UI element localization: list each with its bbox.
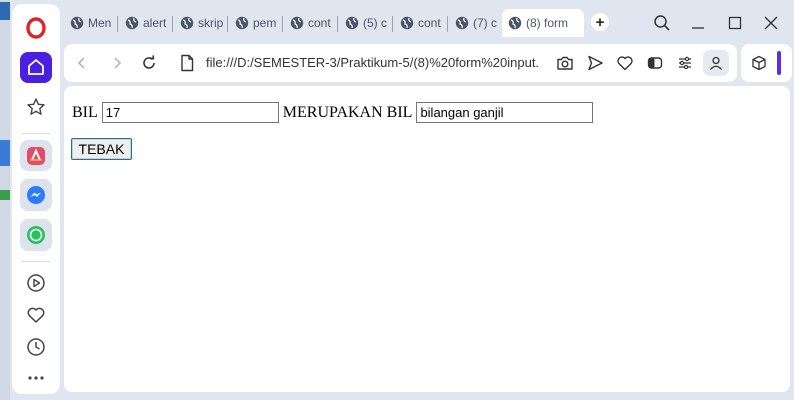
tebak-button[interactable]: TEBAK xyxy=(71,138,132,160)
whatsapp-icon[interactable] xyxy=(20,219,52,251)
more-icon[interactable] xyxy=(20,362,52,394)
desktop-edge-segment xyxy=(0,2,10,20)
desktop-edge xyxy=(0,0,10,400)
result-input[interactable] xyxy=(416,102,594,123)
tab[interactable]: Men xyxy=(64,10,116,36)
back-icon[interactable] xyxy=(72,53,92,73)
new-tab-button[interactable]: + xyxy=(591,13,609,31)
maximize-icon[interactable] xyxy=(724,12,746,34)
tab-bar: Men alert skrip pem cont (5) c cont (7) … xyxy=(64,8,794,37)
messenger-icon[interactable] xyxy=(20,179,52,212)
heart-icon[interactable] xyxy=(615,53,635,73)
tab[interactable]: (5) c xyxy=(339,10,391,36)
tab-label: (5) c xyxy=(363,16,387,30)
url-text[interactable]: file:///D:/SEMESTER-3/Praktikum-5/(8)%20… xyxy=(206,55,538,70)
tab-label: (8) form xyxy=(526,16,568,30)
player-icon[interactable] xyxy=(20,268,52,300)
tab-divider xyxy=(227,16,228,32)
aria-icon[interactable] xyxy=(20,139,52,172)
extensions-area xyxy=(741,44,792,82)
tab-divider xyxy=(172,16,173,32)
sidebar-toggle-bar[interactable] xyxy=(777,51,781,75)
tab-divider xyxy=(392,16,393,32)
extensions-icon[interactable] xyxy=(749,53,769,73)
profile-icon[interactable] xyxy=(703,50,729,76)
globe-icon xyxy=(70,16,84,30)
bil-input[interactable] xyxy=(101,102,279,123)
globe-icon xyxy=(125,16,139,30)
tab[interactable]: cont xyxy=(284,10,336,36)
tab-label: Men xyxy=(88,16,112,30)
tab[interactable]: cont xyxy=(394,10,446,36)
heart-icon[interactable] xyxy=(20,299,52,331)
camera-icon[interactable] xyxy=(555,53,575,73)
browser-sidebar xyxy=(12,4,60,394)
send-icon[interactable] xyxy=(585,53,605,73)
desktop-edge-segment xyxy=(0,190,10,200)
tab[interactable]: pem xyxy=(229,10,281,36)
tab-divider xyxy=(117,16,118,32)
globe-icon xyxy=(235,16,249,30)
sidebar-divider xyxy=(22,260,50,262)
globe-icon xyxy=(455,16,469,30)
tab-divider xyxy=(337,16,338,32)
file-icon xyxy=(177,53,197,73)
tab-label: alert xyxy=(143,16,167,30)
opera-logo-icon[interactable] xyxy=(20,12,52,44)
tab-label: pem xyxy=(253,16,277,30)
tab[interactable]: alert xyxy=(119,10,171,36)
merupakan-label: MERUPAKAN BIL xyxy=(282,103,413,121)
reload-icon[interactable] xyxy=(139,53,159,73)
globe-icon xyxy=(400,16,414,30)
tab-label: cont xyxy=(418,16,441,30)
tab-label: (7) c xyxy=(473,16,497,30)
address-bar: file:///D:/SEMESTER-3/Praktikum-5/(8)%20… xyxy=(64,44,737,82)
tab[interactable]: (7) c xyxy=(449,10,501,36)
bil-label: BIL xyxy=(72,103,98,121)
easy-setup-icon[interactable] xyxy=(675,53,695,73)
tab-label: skrip xyxy=(198,16,224,30)
globe-icon xyxy=(290,16,304,30)
tab-snap-icon[interactable] xyxy=(645,53,665,73)
star-icon[interactable] xyxy=(20,91,52,123)
tab-divider xyxy=(447,16,448,32)
sidebar-divider xyxy=(22,132,50,134)
desktop-edge-segment xyxy=(0,140,10,166)
home-icon[interactable] xyxy=(20,51,52,84)
minimize-icon[interactable] xyxy=(687,12,709,34)
tab-active[interactable]: (8) form xyxy=(502,9,584,37)
forward-icon[interactable] xyxy=(107,53,127,73)
tab-divider xyxy=(282,16,283,32)
web-page-content: BIL MERUPAKAN BIL TEBAK xyxy=(64,86,790,392)
history-icon[interactable] xyxy=(20,331,52,363)
close-icon[interactable] xyxy=(760,12,782,34)
guess-form-row: BIL MERUPAKAN BIL xyxy=(72,102,594,123)
globe-icon xyxy=(345,16,359,30)
globe-icon xyxy=(180,16,194,30)
search-tabs-icon[interactable] xyxy=(651,12,673,34)
tab[interactable]: skrip xyxy=(174,10,226,36)
tab-label: cont xyxy=(308,16,331,30)
globe-icon xyxy=(508,16,522,30)
